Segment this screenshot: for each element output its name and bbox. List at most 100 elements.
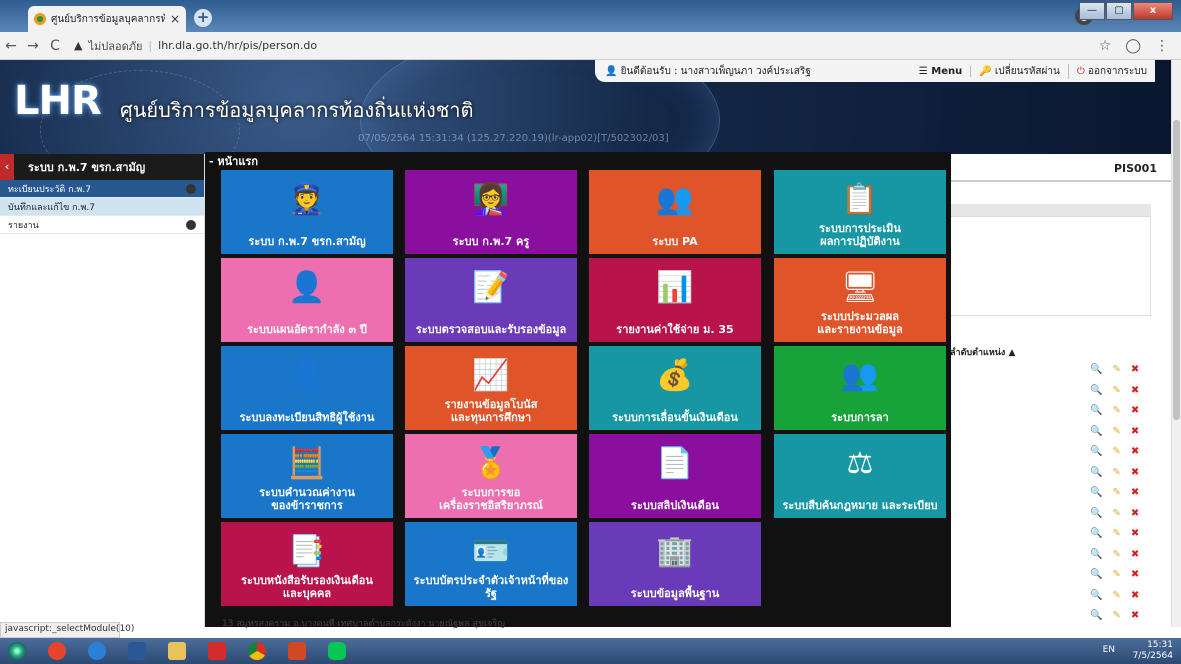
- taskbar-line-icon[interactable]: [320, 639, 354, 663]
- sidebar-item-reports[interactable]: รายงาน: [0, 216, 204, 234]
- taskbar-word-icon[interactable]: [120, 639, 154, 663]
- edit-icon[interactable]: ✎: [1112, 364, 1120, 375]
- edit-icon[interactable]: ✎: [1112, 508, 1120, 519]
- tab-close-icon[interactable]: ×: [170, 12, 180, 26]
- new-tab-button[interactable]: +: [194, 9, 212, 27]
- edit-icon[interactable]: ✎: [1112, 446, 1120, 457]
- scrollbar-thumb[interactable]: [1173, 120, 1180, 420]
- search-icon[interactable]: 🔍: [1090, 569, 1102, 580]
- delete-icon[interactable]: ✖: [1131, 528, 1139, 539]
- module-tile-9[interactable]: 👤 ระบบลงทะเบียนสิทธิผู้ใช้งาน: [221, 346, 393, 430]
- taskbar-pdf-icon[interactable]: [200, 639, 234, 663]
- module-tile-4[interactable]: 📋 ระบบการประเมิน ผลการปฏิบัติงาน: [774, 170, 946, 254]
- delete-icon[interactable]: ✖: [1131, 446, 1139, 457]
- windows-taskbar: EN 15:31 7/5/2564: [0, 638, 1181, 664]
- taskbar-app-icon[interactable]: [40, 639, 74, 663]
- delete-icon[interactable]: ✖: [1131, 467, 1139, 478]
- account-icon[interactable]: ◯: [1125, 38, 1141, 54]
- search-icon[interactable]: 🔍: [1090, 487, 1102, 498]
- search-icon[interactable]: 🔍: [1090, 590, 1102, 601]
- search-icon[interactable]: 🔍: [1090, 405, 1102, 416]
- search-icon[interactable]: 🔍: [1090, 467, 1102, 478]
- logout-link[interactable]: ⏻ ออกจากระบบ: [1069, 64, 1155, 79]
- menu-button[interactable]: ☰ Menu: [911, 65, 972, 77]
- forward-icon[interactable]: →: [22, 38, 44, 54]
- more-menu-icon[interactable]: ⋮: [1155, 38, 1169, 54]
- url-field[interactable]: ▲ ไม่ปลอดภัย | lhr.dla.go.th/hr/pis/pers…: [74, 37, 317, 55]
- minimize-button[interactable]: —: [1079, 2, 1105, 20]
- language-indicator[interactable]: EN: [1103, 645, 1115, 655]
- bookmark-star-icon[interactable]: ☆: [1099, 38, 1112, 54]
- edit-icon[interactable]: ✎: [1112, 487, 1120, 498]
- edit-icon[interactable]: ✎: [1112, 610, 1120, 621]
- close-window-button[interactable]: x: [1133, 2, 1173, 20]
- taskbar-powerpoint-icon[interactable]: [280, 639, 314, 663]
- edit-icon[interactable]: ✎: [1112, 405, 1120, 416]
- sidebar-collapse-icon[interactable]: ‹: [0, 154, 14, 180]
- delete-icon[interactable]: ✖: [1131, 610, 1139, 621]
- edit-icon[interactable]: ✎: [1112, 528, 1120, 539]
- search-icon[interactable]: 🔍: [1090, 508, 1102, 519]
- system-clock[interactable]: 15:31 7/5/2564: [1133, 640, 1173, 662]
- search-icon[interactable]: 🔍: [1090, 385, 1102, 396]
- search-icon[interactable]: 🔍: [1090, 610, 1102, 621]
- search-icon[interactable]: 🔍: [1090, 364, 1102, 375]
- module-tile-12[interactable]: 👥 ระบบการลา: [774, 346, 946, 430]
- delete-icon[interactable]: ✖: [1131, 590, 1139, 601]
- reload-icon[interactable]: C: [44, 38, 66, 54]
- delete-icon[interactable]: ✖: [1131, 385, 1139, 396]
- module-tile-6[interactable]: 📝 ระบบตรวจสอบและรับรองข้อมูล: [405, 258, 577, 342]
- module-tile-16[interactable]: ⚖ ระบบสืบค้นกฎหมาย และระเบียบ: [774, 434, 946, 518]
- search-icon[interactable]: 🔍: [1090, 528, 1102, 539]
- search-icon[interactable]: 🔍: [1090, 426, 1102, 437]
- start-button[interactable]: [0, 639, 34, 663]
- delete-icon[interactable]: ✖: [1131, 364, 1139, 375]
- edit-icon[interactable]: ✎: [1112, 426, 1120, 437]
- edit-icon[interactable]: ✎: [1112, 569, 1120, 580]
- delete-icon[interactable]: ✖: [1131, 426, 1139, 437]
- module-tile-11[interactable]: 💰 ระบบการเลื่อนขั้นเงินเดือน: [589, 346, 761, 430]
- edit-icon[interactable]: ✎: [1112, 590, 1120, 601]
- delete-icon[interactable]: ✖: [1131, 508, 1139, 519]
- search-icon[interactable]: 🔍: [1090, 549, 1102, 560]
- page-scrollbar[interactable]: [1171, 60, 1181, 627]
- expand-icon[interactable]: [186, 184, 196, 194]
- expand-icon[interactable]: [186, 220, 196, 230]
- taskbar-chrome-icon[interactable]: [240, 639, 274, 663]
- module-tile-2[interactable]: 👩‍🏫 ระบบ ก.พ.7 ครู: [405, 170, 577, 254]
- change-password-label: เปลี่ยนรหัสผ่าน: [994, 65, 1060, 77]
- maximize-button[interactable]: ▢: [1106, 2, 1132, 20]
- module-tile-8[interactable]: 🖥 ระบบประมวลผล และรายงานข้อมูล: [774, 258, 946, 342]
- sidebar-item-registry[interactable]: ทะเบียนประวัติ ก.พ.7: [0, 180, 204, 198]
- taskbar-ie-icon[interactable]: [80, 639, 114, 663]
- module-tile-13[interactable]: 🧮 ระบบคำนวณค่างาน ของข้าราชการ: [221, 434, 393, 518]
- column-header-position-order[interactable]: ลำดับตำแหน่ง ▲: [946, 345, 1151, 359]
- lhr-logo[interactable]: LHR: [14, 78, 102, 124]
- row-actions: 🔍 ✎ ✖: [1090, 590, 1139, 601]
- back-icon[interactable]: ←: [0, 38, 22, 54]
- browser-tab[interactable]: ศูนย์บริการข้อมูลบุคลากรท้องถิ่นแห่ ×: [28, 6, 186, 32]
- delete-icon[interactable]: ✖: [1131, 569, 1139, 580]
- module-tile-1[interactable]: 👮 ระบบ ก.พ.7 ขรก.สามัญ: [221, 170, 393, 254]
- module-tile-14[interactable]: 🏅 ระบบการขอ เครื่องราชอิสริยาภรณ์: [405, 434, 577, 518]
- module-tile-3[interactable]: 👥 ระบบ PA: [589, 170, 761, 254]
- edit-icon[interactable]: ✎: [1112, 385, 1120, 396]
- change-password-link[interactable]: 🔑 เปลี่ยนรหัสผ่าน: [971, 63, 1069, 79]
- delete-icon[interactable]: ✖: [1131, 549, 1139, 560]
- edit-icon[interactable]: ✎: [1112, 549, 1120, 560]
- search-icon[interactable]: 🔍: [1090, 446, 1102, 457]
- delete-icon[interactable]: ✖: [1131, 487, 1139, 498]
- edit-icon[interactable]: ✎: [1112, 467, 1120, 478]
- taskbar-explorer-icon[interactable]: [160, 639, 194, 663]
- module-tile-10[interactable]: 📈 รายงานข้อมูลโบนัส และทุนการศึกษา: [405, 346, 577, 430]
- medal-icon: 🏅: [472, 445, 510, 481]
- delete-icon[interactable]: ✖: [1131, 405, 1139, 416]
- add-user-icon: 👤: [288, 357, 326, 393]
- module-tile-19[interactable]: 🏢 ระบบข้อมูลพื้นฐาน: [589, 522, 761, 606]
- module-tile-7[interactable]: 📊 รายงานค่าใช้จ่าย ม. 35: [589, 258, 761, 342]
- module-tile-17[interactable]: 📑 ระบบหนังสือรับรองเงินเดือน และบุคคล: [221, 522, 393, 606]
- module-tile-5[interactable]: 👤 ระบบแผนอัตรากำลัง ๓ ปี: [221, 258, 393, 342]
- sidebar-item-edit[interactable]: บันทึกและแก้ไข ก.พ.7: [0, 198, 204, 216]
- module-tile-18[interactable]: 🪪 ระบบบัตรประจำตัวเจ้าหน้าที่ของรัฐ: [405, 522, 577, 606]
- module-tile-15[interactable]: 📄 ระบบสลิปเงินเดือน: [589, 434, 761, 518]
